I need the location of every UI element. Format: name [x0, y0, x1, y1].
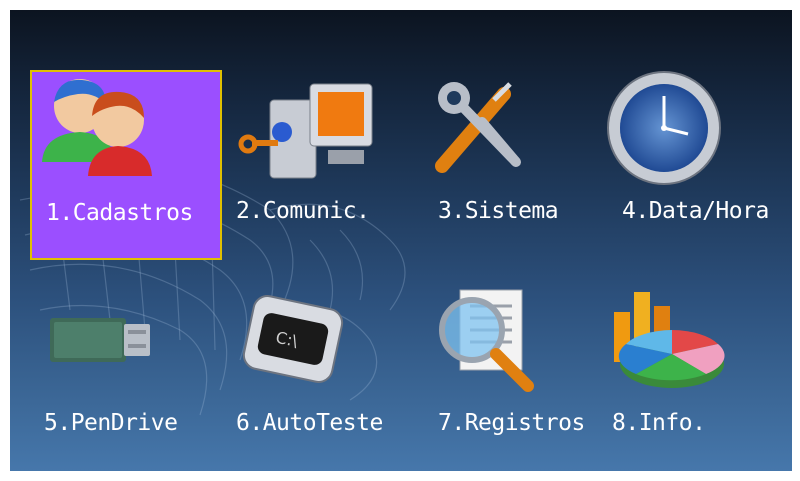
- network-computer-icon: [232, 70, 424, 195]
- magnifier-document-icon: [424, 282, 616, 407]
- menu-item-label: 5.PenDrive: [44, 410, 178, 436]
- menu-item-label: 8.Info.: [612, 410, 706, 436]
- menu-item-label: 4.Data/Hora: [622, 198, 769, 224]
- menu-item-registros[interactable]: 7.Registros: [424, 282, 616, 471]
- usb-drive-icon: [30, 282, 222, 407]
- terminal-chip-icon: C:\: [232, 282, 424, 407]
- menu-item-label: 1.Cadastros: [46, 200, 193, 226]
- menu-item-label: 2.Comunic.: [236, 198, 370, 224]
- menu-item-comunic[interactable]: 2.Comunic.: [232, 70, 424, 260]
- users-icon: [32, 72, 224, 197]
- chart-icon: [606, 282, 792, 407]
- clock-icon: [606, 70, 792, 195]
- menu-item-sistema[interactable]: 3.Sistema: [424, 70, 616, 260]
- menu-item-cadastros[interactable]: 1.Cadastros: [30, 70, 222, 260]
- menu-item-label: 6.AutoTeste: [236, 410, 383, 436]
- main-menu-screen: 1.Cadastros 2.Comunic. 3.Sistema 4.Data/…: [10, 10, 792, 471]
- menu-item-info[interactable]: 8.Info.: [606, 282, 792, 471]
- menu-item-pendrive[interactable]: 5.PenDrive: [30, 282, 222, 471]
- wrench-screwdriver-icon: [424, 70, 616, 195]
- menu-item-autoteste[interactable]: C:\ 6.AutoTeste: [232, 282, 424, 471]
- menu-item-data-hora[interactable]: 4.Data/Hora: [606, 70, 792, 260]
